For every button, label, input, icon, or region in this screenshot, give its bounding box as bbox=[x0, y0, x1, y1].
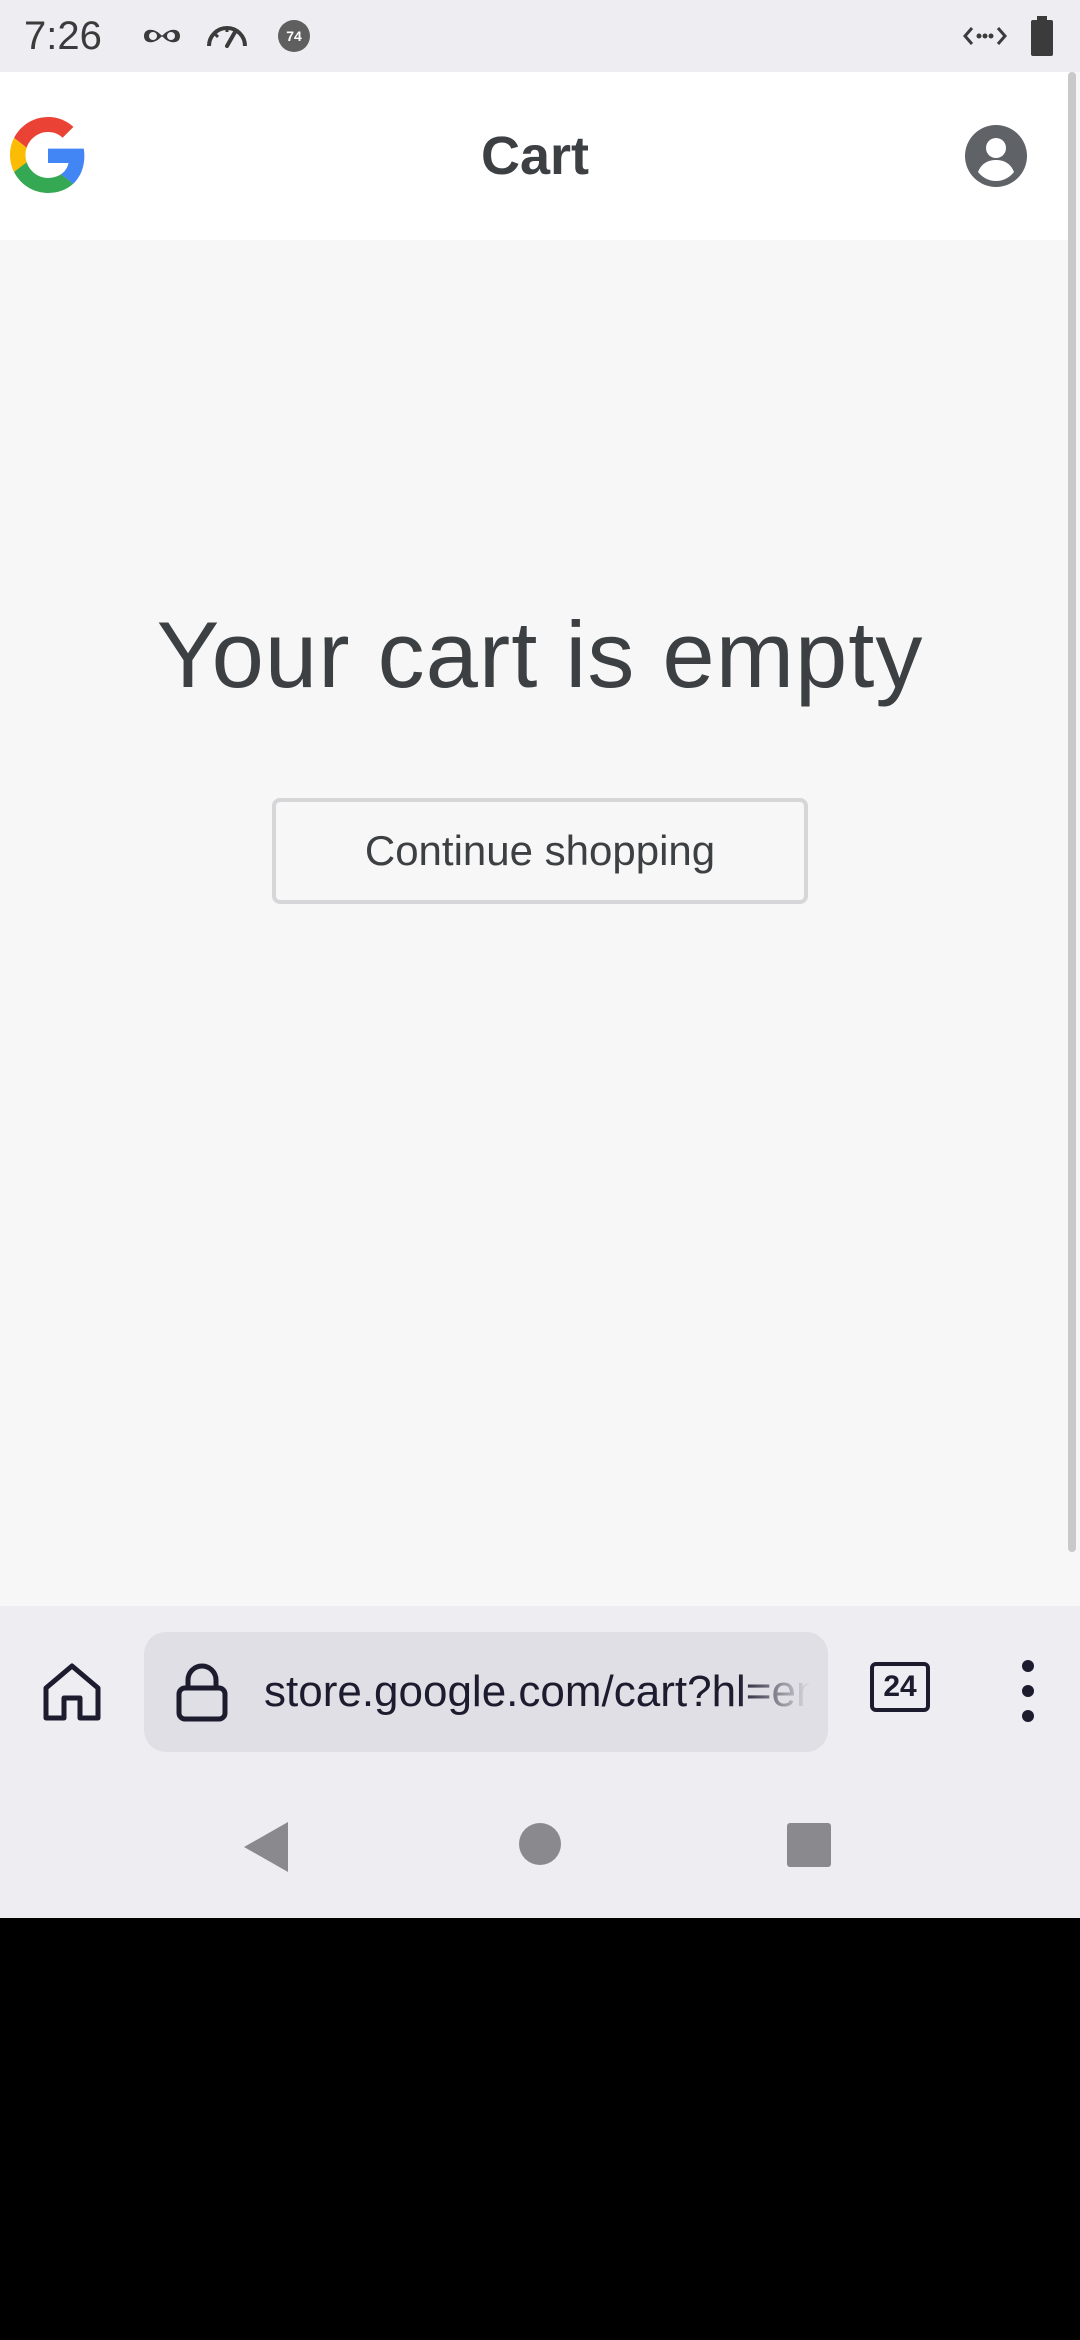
recents-square-icon[interactable] bbox=[786, 1822, 832, 1868]
back-icon[interactable] bbox=[242, 1820, 290, 1874]
browser-toolbar: store.google.com/cart?hl=en 24 bbox=[0, 1606, 1080, 1776]
notification-badge-icon: 74 bbox=[278, 20, 310, 52]
app-header: Cart bbox=[0, 72, 1070, 240]
status-bar: 7:26 74 bbox=[0, 0, 1080, 72]
system-nav-bar bbox=[0, 1776, 1080, 1918]
speedometer-icon bbox=[207, 26, 247, 48]
tab-switcher-button[interactable]: 24 bbox=[870, 1662, 930, 1712]
incognito-icon bbox=[144, 29, 180, 43]
account-circle-icon[interactable] bbox=[964, 124, 1028, 188]
status-time: 7:26 bbox=[24, 14, 102, 58]
battery-icon bbox=[1031, 16, 1053, 56]
continue-shopping-button[interactable]: Continue shopping bbox=[272, 798, 808, 904]
page-title: Cart bbox=[480, 126, 590, 186]
url-fade bbox=[738, 1632, 828, 1752]
home-icon[interactable] bbox=[38, 1658, 106, 1726]
more-vert-icon[interactable] bbox=[1010, 1656, 1046, 1726]
notification-badge-number: 74 bbox=[286, 28, 302, 44]
empty-cart-message: Your cart is empty bbox=[156, 602, 924, 707]
phone-screen: 7:26 74 Cart Your cart is empty Continue… bbox=[0, 0, 1080, 1918]
home-circle-icon[interactable] bbox=[518, 1822, 562, 1866]
url-bar[interactable]: store.google.com/cart?hl=en bbox=[144, 1632, 828, 1752]
page-scrollbar[interactable] bbox=[1068, 72, 1076, 1552]
lock-icon[interactable] bbox=[174, 1662, 230, 1722]
data-saver-icon bbox=[963, 27, 1007, 45]
